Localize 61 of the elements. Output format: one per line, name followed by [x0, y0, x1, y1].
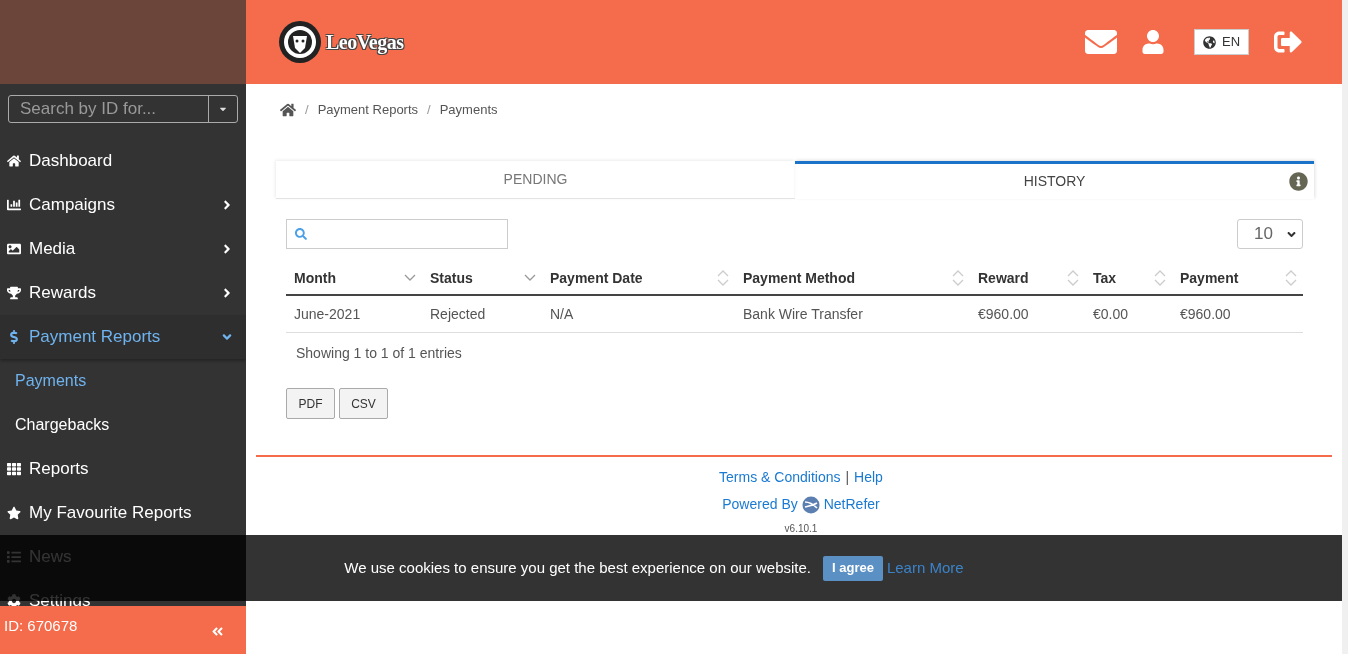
tab[interactable]: PENDING [276, 161, 795, 199]
column-header[interactable]: Payment Date [542, 267, 735, 289]
home-icon[interactable] [280, 102, 296, 118]
table-cell-text: Bank Wire Transfer [742, 304, 864, 324]
globe-logo-icon [801, 495, 820, 514]
sidebar-item[interactable]: Media [0, 227, 246, 271]
globe-icon [1202, 35, 1216, 49]
table-cell-text: June-2021 [293, 304, 362, 324]
user-icon[interactable] [1141, 30, 1165, 54]
brand-link[interactable]: NetRefer [823, 494, 880, 515]
terms-link[interactable]: Terms & Conditions [719, 467, 841, 488]
sidebar-item[interactable]: Campaigns [0, 183, 246, 227]
search-field[interactable]: Search by ID for... [8, 95, 238, 123]
export-button[interactable]: CSV [339, 388, 388, 419]
scrollbar[interactable] [1342, 0, 1348, 654]
column-header[interactable]: Payment [1172, 267, 1303, 289]
sidebar-item[interactable]: Payment Reports [0, 315, 246, 359]
trophy-icon [7, 286, 21, 300]
table-info: Showing 1 to 1 of 1 entries [295, 344, 463, 363]
submenu-item[interactable]: Chargebacks [0, 403, 246, 447]
cookie-message: We use cookies to ensure you get the best experience on our website. [344, 557, 811, 578]
star-icon [7, 506, 21, 520]
table-cell-text: Rejected [429, 304, 487, 324]
table-cell-text: €960.00 [977, 304, 1030, 324]
grid-icon [7, 462, 21, 476]
page-length-select[interactable]: 10 [1237, 219, 1303, 249]
dollar-icon [7, 330, 21, 344]
breadcrumb-current: Payments [439, 101, 498, 120]
column-header[interactable]: Tax [1085, 267, 1172, 289]
table-search-field[interactable] [286, 219, 508, 249]
collapse-icon[interactable] [211, 624, 224, 638]
breadcrumb-separator: / [427, 101, 431, 120]
powered-by-text: Powered By [722, 495, 798, 514]
search-icon [295, 228, 307, 240]
footer-divider: | [845, 468, 850, 487]
column-header[interactable]: Month [286, 267, 422, 289]
user-id: ID: 670678 [4, 615, 78, 636]
column-header[interactable]: Status [422, 267, 542, 289]
breadcrumb-link[interactable]: Payment Reports [317, 100, 419, 120]
info-icon[interactable] [1289, 172, 1308, 191]
home-icon [7, 154, 21, 168]
image-icon [7, 242, 21, 256]
bar-chart-icon [7, 198, 21, 212]
sidebar-item[interactable]: Reports [0, 447, 246, 491]
column-header[interactable]: Payment Method [735, 267, 970, 289]
submenu-item[interactable]: Payments [0, 359, 246, 403]
version-text: v6.10.1 [784, 522, 818, 536]
table-cell-text: €960.00 [1179, 304, 1232, 324]
help-link[interactable]: Help [854, 467, 883, 488]
sidebar-item[interactable]: My Favourite Reports [0, 491, 246, 535]
language-button[interactable]: EN [1194, 29, 1249, 55]
lion-logo-icon [278, 20, 322, 64]
logo-text: LeoVegas [326, 30, 404, 56]
breadcrumb-separator: / [305, 101, 309, 120]
search-input[interactable]: Search by ID for... [9, 96, 208, 122]
sidebar-item[interactable]: Rewards [0, 271, 246, 315]
table-cell-text: N/A [549, 304, 575, 324]
column-header[interactable]: Reward [970, 267, 1085, 289]
table-cell-text: €0.00 [1092, 304, 1130, 324]
sidebar-item[interactable]: Dashboard [0, 139, 246, 183]
export-button[interactable]: PDF [286, 388, 335, 419]
